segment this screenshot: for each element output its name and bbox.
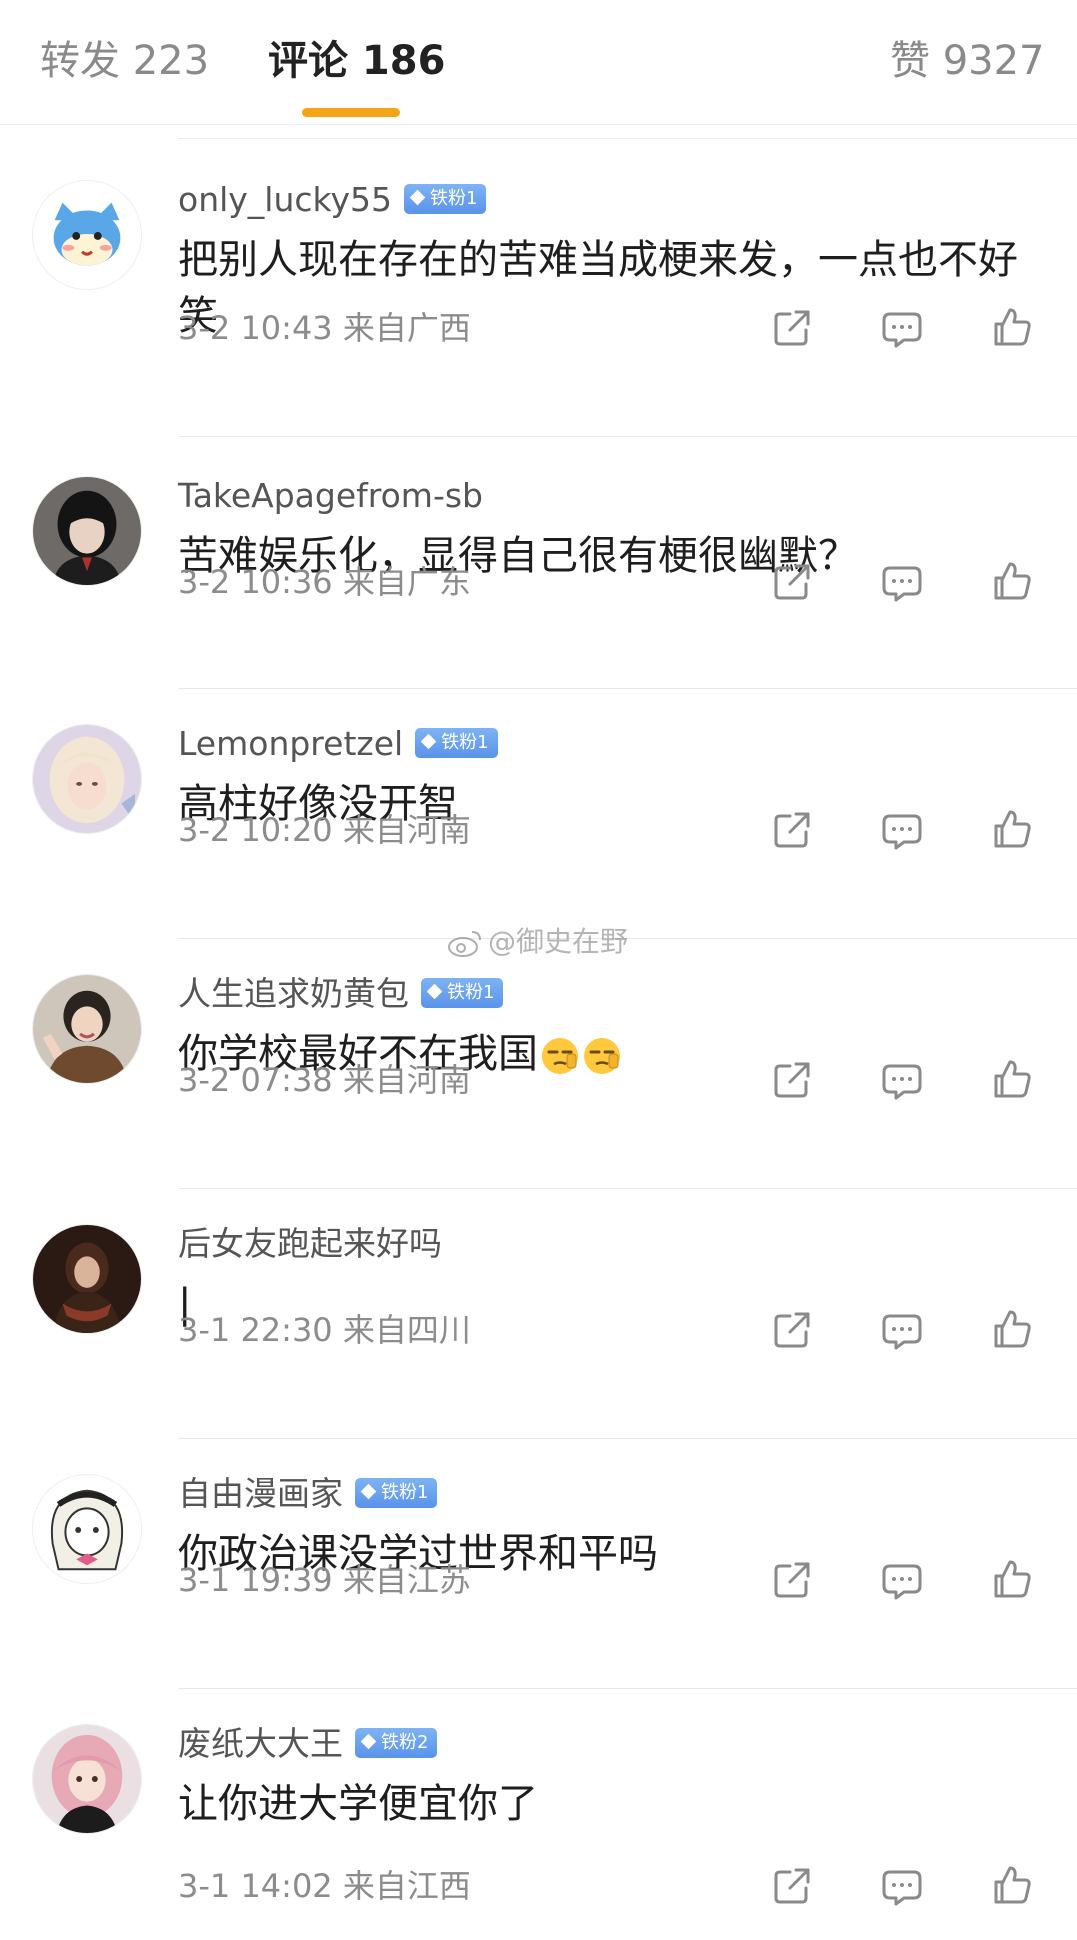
fan-badge: 铁粉1 bbox=[355, 1477, 438, 1508]
like-icon[interactable] bbox=[990, 1058, 1034, 1102]
active-tab-indicator bbox=[302, 108, 400, 117]
comment-meta: 3-1 19:39 来自江苏 bbox=[178, 1561, 471, 1599]
share-icon[interactable] bbox=[770, 1864, 814, 1908]
fan-badge: 铁粉1 bbox=[421, 977, 504, 1008]
diamond-icon bbox=[409, 189, 426, 205]
watermark: @御史在野 bbox=[446, 920, 628, 960]
username[interactable]: 废纸大大王 铁粉2 bbox=[178, 1722, 438, 1766]
comment-meta: 3-2 10:43 来自广西 bbox=[178, 309, 471, 347]
like-icon[interactable] bbox=[990, 1308, 1034, 1352]
comment-meta: 3-1 14:02 来自江西 bbox=[178, 1867, 471, 1905]
username[interactable]: TakeApagefrom-sb bbox=[178, 474, 483, 518]
fan-badge: 铁粉1 bbox=[415, 727, 498, 758]
share-icon[interactable] bbox=[770, 560, 814, 604]
avatar[interactable] bbox=[32, 180, 142, 290]
avatar[interactable] bbox=[32, 724, 142, 834]
comment-meta: 3-2 10:20 来自河南 bbox=[178, 811, 471, 849]
divider bbox=[178, 138, 1077, 139]
comment-icon[interactable] bbox=[880, 808, 924, 852]
share-icon[interactable] bbox=[770, 1308, 814, 1352]
username[interactable]: 后女友跑起来好吗 bbox=[178, 1222, 442, 1266]
username[interactable]: 人生追求奶黄包 铁粉1 bbox=[178, 972, 504, 1016]
like-icon[interactable] bbox=[990, 1864, 1034, 1908]
comment-item: 后女友跑起来好吗 | 3-1 22:30 来自四川 bbox=[0, 1190, 1077, 1440]
comment-item: 自由漫画家 铁粉1 你政治课没学过世界和平吗 3-1 19:39 来自江苏 bbox=[0, 1440, 1077, 1690]
avatar[interactable] bbox=[32, 1724, 142, 1834]
weibo-logo-icon bbox=[448, 931, 481, 957]
comment-icon[interactable] bbox=[880, 1558, 924, 1602]
comment-icon[interactable] bbox=[880, 306, 924, 350]
tab-repost[interactable]: 转发 223 bbox=[40, 36, 209, 86]
comment-icon[interactable] bbox=[880, 1058, 924, 1102]
share-icon[interactable] bbox=[770, 1058, 814, 1102]
fan-badge: 铁粉1 bbox=[403, 183, 487, 214]
share-icon[interactable] bbox=[770, 808, 814, 852]
tab-bar: 转发 223 评论 186 赞 9327 bbox=[0, 0, 1077, 125]
divider bbox=[178, 1188, 1077, 1189]
comment-meta: 3-1 22:30 来自四川 bbox=[178, 1311, 471, 1349]
comment-item: 人生追求奶黄包 铁粉1 你学校最好不在我国 3-2 07:38 来自河南 bbox=[0, 940, 1077, 1190]
like-icon[interactable] bbox=[990, 1558, 1034, 1602]
divider bbox=[178, 436, 1077, 437]
like-icon[interactable] bbox=[990, 560, 1034, 604]
divider bbox=[178, 1688, 1077, 1689]
avatar[interactable] bbox=[32, 1224, 142, 1334]
share-icon[interactable] bbox=[770, 1558, 814, 1602]
like-icon[interactable] bbox=[990, 808, 1034, 852]
comment-item: 废纸大大王 铁粉2 让你进大学便宜你了 3-1 14:02 来自江西 bbox=[0, 1690, 1077, 1940]
tab-likes[interactable]: 赞 9327 bbox=[890, 36, 1045, 86]
comment-text: 让你进大学便宜你了 bbox=[178, 1781, 538, 1827]
comment-meta: 3-2 10:36 来自广东 bbox=[178, 563, 471, 601]
divider bbox=[178, 1438, 1077, 1439]
username[interactable]: only_lucky55 铁粉1 bbox=[178, 178, 487, 222]
like-icon[interactable] bbox=[990, 306, 1034, 350]
emoji-icon bbox=[584, 1038, 620, 1074]
avatar[interactable] bbox=[32, 476, 142, 586]
divider bbox=[178, 688, 1077, 689]
fan-badge: 铁粉2 bbox=[355, 1727, 438, 1758]
comment-meta: 3-2 07:38 来自河南 bbox=[178, 1061, 471, 1099]
diamond-icon bbox=[360, 1483, 377, 1499]
username[interactable]: Lemonpretzel 铁粉1 bbox=[178, 722, 498, 766]
comment-item: only_lucky55 铁粉1 把别人现在存在的苦难当成梗来发，一点也不好笑 3… bbox=[0, 140, 1077, 437]
comment-icon[interactable] bbox=[880, 1864, 924, 1908]
diamond-icon bbox=[426, 983, 443, 999]
tab-comments[interactable]: 评论 186 bbox=[268, 36, 445, 86]
comment-icon[interactable] bbox=[880, 560, 924, 604]
diamond-icon bbox=[420, 733, 437, 749]
comment-item: TakeApagefrom-sb 苦难娱乐化，显得自己很有梗很幽默？ 3-2 1… bbox=[0, 440, 1077, 690]
share-icon[interactable] bbox=[770, 306, 814, 350]
comment-icon[interactable] bbox=[880, 1308, 924, 1352]
emoji-icon bbox=[542, 1038, 578, 1074]
comment-item: Lemonpretzel 铁粉1 高柱好像没开智 3-2 10:20 来自河南 bbox=[0, 690, 1077, 940]
avatar[interactable] bbox=[32, 974, 142, 1084]
username[interactable]: 自由漫画家 铁粉1 bbox=[178, 1472, 438, 1516]
diamond-icon bbox=[360, 1733, 377, 1749]
avatar[interactable] bbox=[32, 1474, 142, 1584]
